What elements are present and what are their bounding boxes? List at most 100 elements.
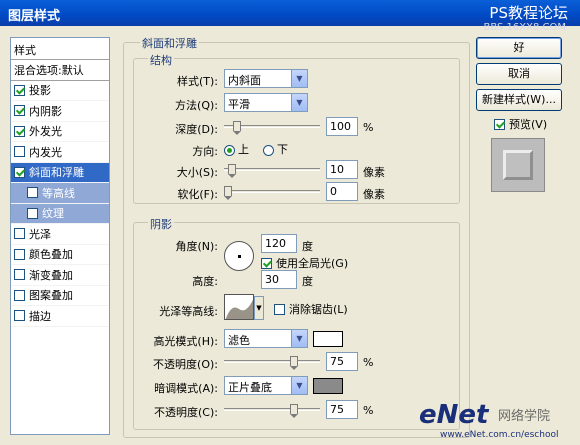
layer-style-dialog: 图层样式 PS教程论坛 BBS.16XX8.COM 样式 混合选项:默认 投影 … — [0, 0, 580, 445]
style-label: 样式(T): — [176, 75, 218, 88]
style-list: 样式 混合选项:默认 投影 内阴影 外发光 内发光 斜面和浮雕 等高线 纹理 光… — [10, 37, 110, 435]
checkbox[interactable] — [274, 303, 285, 315]
altitude-unit: 度 — [302, 275, 313, 288]
watermark: PS教程论坛 — [489, 4, 568, 22]
checkbox[interactable] — [494, 118, 505, 130]
blending-options[interactable]: 混合选项:默认 — [11, 60, 109, 81]
chevron-down-icon: ▼ — [291, 94, 307, 111]
checkbox[interactable] — [14, 248, 25, 260]
style-item-drop-shadow[interactable]: 投影 — [11, 81, 109, 101]
style-list-header[interactable]: 样式 — [11, 38, 109, 60]
checkbox[interactable] — [14, 289, 25, 301]
checkbox[interactable] — [14, 125, 25, 137]
soften-input[interactable]: 0 — [326, 182, 358, 201]
chevron-down-icon: ▼ — [291, 330, 307, 347]
angle-dial[interactable] — [224, 241, 254, 271]
checkbox[interactable] — [14, 228, 25, 240]
style-item-satin[interactable]: 光泽 — [11, 224, 109, 245]
radio-button[interactable] — [224, 144, 235, 156]
new-style-button[interactable]: 新建样式(W)... — [476, 89, 562, 111]
highlight-opacity-input[interactable]: 75 — [326, 352, 358, 371]
style-item-pattern-overlay[interactable]: 图案叠加 — [11, 286, 109, 306]
checkbox[interactable] — [14, 84, 25, 96]
dialog-title: 图层样式 — [8, 9, 61, 24]
cancel-button[interactable]: 取消 — [476, 63, 562, 85]
gloss-contour-label: 光泽等高线: — [159, 305, 218, 318]
soften-slider[interactable] — [224, 186, 320, 200]
checkbox[interactable] — [261, 257, 272, 269]
checkbox[interactable] — [14, 166, 25, 178]
chevron-down-icon[interactable]: ▼ — [254, 296, 264, 320]
style-item-contour[interactable]: 等高线 — [11, 183, 109, 204]
enet-logo: eNet — [419, 400, 489, 430]
watermark-url: BBS.16XX8.COM — [483, 22, 566, 33]
style-item-stroke[interactable]: 描边 — [11, 306, 109, 327]
checkbox[interactable] — [27, 187, 38, 199]
shadow-opacity-unit: % — [363, 404, 374, 417]
angle-input[interactable]: 120 — [261, 234, 297, 253]
preview-checkbox[interactable]: 预览(V) — [494, 116, 547, 132]
depth-input[interactable]: 100 — [326, 117, 358, 136]
soften-label: 软化(F): — [177, 188, 218, 201]
size-unit: 像素 — [363, 166, 385, 179]
soften-unit: 像素 — [363, 188, 385, 201]
size-label: 大小(S): — [176, 166, 218, 179]
shadow-opacity-slider[interactable] — [224, 404, 320, 418]
depth-slider-thumb[interactable] — [232, 121, 241, 135]
technique-select[interactable]: 平滑 ▼ — [224, 93, 308, 112]
depth-slider[interactable] — [224, 121, 320, 135]
soften-slider-thumb[interactable] — [224, 186, 232, 200]
size-slider-thumb[interactable] — [227, 164, 236, 178]
direction-label: 方向: — [192, 145, 218, 158]
depth-label: 深度(D): — [175, 123, 218, 136]
angle-label: 角度(N): — [175, 240, 218, 253]
checkbox[interactable] — [14, 269, 25, 281]
style-item-texture[interactable]: 纹理 — [11, 203, 109, 224]
highlight-opacity-thumb[interactable] — [290, 356, 298, 370]
highlight-mode-select[interactable]: 滤色 ▼ — [224, 329, 308, 348]
shadow-opacity-input[interactable]: 75 — [326, 400, 358, 419]
technique-label: 方法(Q): — [175, 99, 218, 112]
chevron-down-icon: ▼ — [291, 70, 307, 87]
radio-button[interactable] — [263, 144, 274, 156]
style-item-color-overlay[interactable]: 颜色叠加 — [11, 245, 109, 265]
style-item-bevel-emboss[interactable]: 斜面和浮雕 — [11, 162, 109, 183]
altitude-label: 高度: — [192, 275, 218, 288]
style-select[interactable]: 内斜面 ▼ — [224, 69, 308, 88]
title-bar: 图层样式 PS教程论坛 BBS.16XX8.COM — [0, 0, 580, 33]
checkbox[interactable] — [14, 146, 25, 158]
checkbox[interactable] — [14, 310, 25, 322]
highlight-opacity-label: 不透明度(O): — [153, 358, 218, 371]
ok-button[interactable]: 好 — [476, 37, 562, 59]
highlight-opacity-slider[interactable] — [224, 356, 320, 370]
style-item-gradient-overlay[interactable]: 渐变叠加 — [11, 265, 109, 286]
size-input[interactable]: 10 — [326, 160, 358, 179]
altitude-input[interactable]: 30 — [261, 270, 297, 289]
style-item-outer-glow[interactable]: 外发光 — [11, 122, 109, 142]
enet-url: www.eNet.com.cn/eschool — [440, 430, 559, 440]
gloss-contour-picker[interactable] — [224, 294, 254, 320]
style-preview-thumbnail — [491, 138, 545, 192]
style-item-inner-shadow[interactable]: 内阴影 — [11, 101, 109, 122]
global-light-checkbox[interactable]: 使用全局光(G) — [261, 255, 348, 271]
shading-title: 阴影 — [148, 216, 174, 232]
shadow-opacity-label: 不透明度(C): — [154, 406, 218, 419]
highlight-color-swatch[interactable] — [313, 331, 343, 347]
enet-logo-cn: 网络学院 — [498, 409, 551, 424]
style-item-inner-glow[interactable]: 内发光 — [11, 142, 109, 163]
size-slider[interactable] — [224, 164, 320, 178]
checkbox[interactable] — [14, 105, 25, 117]
shadow-opacity-thumb[interactable] — [290, 404, 298, 418]
shadow-mode-select[interactable]: 正片叠底 ▼ — [224, 376, 308, 395]
shadow-color-swatch[interactable] — [313, 378, 343, 394]
bevel-emboss-title: 斜面和浮雕 — [140, 35, 199, 51]
structure-title: 结构 — [148, 52, 174, 68]
checkbox[interactable] — [27, 207, 38, 219]
direction-down-radio[interactable]: 下 — [263, 141, 288, 157]
highlight-mode-label: 高光模式(H): — [153, 335, 218, 348]
direction-up-radio[interactable]: 上 — [224, 141, 249, 157]
angle-unit: 度 — [302, 240, 313, 253]
depth-unit: % — [363, 121, 374, 134]
shadow-mode-label: 暗调模式(A): — [154, 382, 218, 395]
anti-aliased-checkbox[interactable]: 消除锯齿(L) — [274, 301, 348, 317]
